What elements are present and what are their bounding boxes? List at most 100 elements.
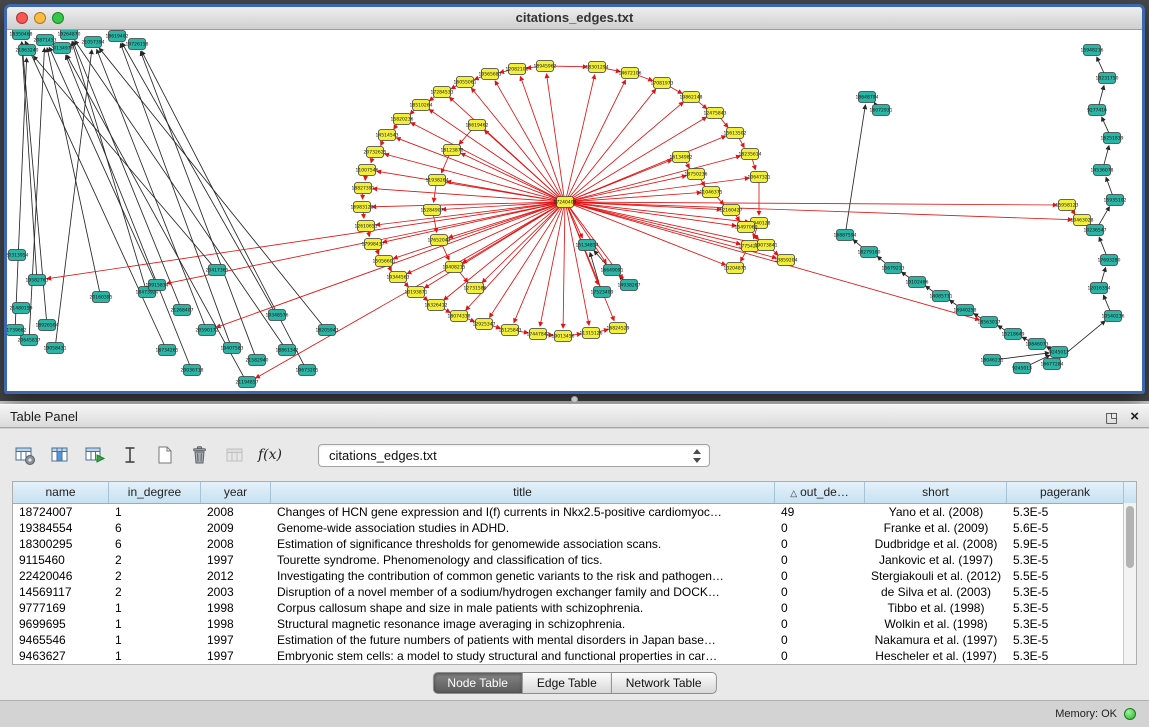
- graph-node[interactable]: 11046375: [700, 187, 723, 198]
- graph-node[interactable]: 15284907: [421, 205, 444, 216]
- graph-node[interactable]: 18231750: [1096, 73, 1119, 84]
- splitter-handle[interactable]: [571, 396, 578, 403]
- tab-node-table[interactable]: Node Table: [432, 672, 523, 694]
- graph-node[interactable]: 19407583: [221, 343, 244, 354]
- graph-node[interactable]: 21268407: [171, 305, 194, 316]
- graph-node[interactable]: 17523409: [591, 287, 614, 298]
- column-header-pagerank[interactable]: pagerank: [1007, 482, 1124, 503]
- graph-node[interactable]: 15958123: [1056, 200, 1079, 211]
- table-selector[interactable]: citations_edges.txt: [318, 444, 710, 467]
- column-header-title[interactable]: title: [271, 482, 775, 503]
- graph-node[interactable]: 10540236: [1102, 311, 1125, 322]
- graph-node[interactable]: 17693280: [1098, 255, 1121, 266]
- graph-node[interactable]: 18074338: [448, 311, 471, 322]
- graph-node[interactable]: 16824529: [607, 323, 630, 334]
- graph-node[interactable]: 18205943: [316, 325, 339, 336]
- graph-node[interactable]: 16072931: [870, 105, 893, 116]
- graph-node[interactable]: 21739682: [7, 325, 27, 336]
- graph-node[interactable]: 18123870: [441, 145, 464, 156]
- graph-node[interactable]: 15679213: [882, 263, 905, 274]
- table-row[interactable]: 2242004622012Investigating the contribut…: [13, 568, 1136, 584]
- graph-node[interactable]: 20645817: [18, 335, 41, 346]
- graph-node[interactable]: 15134854: [576, 240, 599, 251]
- graph-node[interactable]: 17081973: [651, 78, 674, 89]
- graph-node[interactable]: 19348576: [266, 310, 289, 321]
- graph-node[interactable]: 16326412: [425, 300, 448, 311]
- graph-node[interactable]: 20732625: [364, 147, 387, 158]
- network-view[interactable]: 1724040918945962120821081956568316055061…: [7, 30, 1142, 391]
- graph-node[interactable]: 18235614: [739, 149, 762, 160]
- column-header-year[interactable]: year: [201, 482, 271, 503]
- graph-node[interactable]: 20036718: [181, 365, 204, 376]
- graph-node[interactable]: 19264870: [58, 30, 81, 40]
- table-row[interactable]: 946554611997Estimation of the future num…: [13, 632, 1136, 648]
- graph-node[interactable]: 16134982: [670, 152, 693, 163]
- table-row[interactable]: 1872400712008Changes of HCN gene express…: [13, 504, 1136, 520]
- graph-node[interactable]: 17284533: [431, 87, 454, 98]
- graph-node[interactable]: 19862148: [680, 92, 703, 103]
- function-builder-button[interactable]: f(x): [257, 442, 283, 468]
- graph-node[interactable]: 14672106: [619, 68, 642, 79]
- graph-node[interactable]: 10463028: [1071, 215, 1094, 226]
- graph-node[interactable]: 19102486: [906, 277, 929, 288]
- graph-node[interactable]: 19058431: [44, 343, 67, 354]
- graph-node[interactable]: 15056601: [373, 256, 396, 267]
- graph-node[interactable]: 15935102: [1104, 195, 1127, 206]
- graph-node[interactable]: 15948216: [1081, 45, 1104, 56]
- table-row[interactable]: 1830029562008Estimation of significance …: [13, 536, 1136, 552]
- graph-node[interactable]: 16649091: [601, 265, 624, 276]
- graph-node[interactable]: 10193871: [405, 287, 428, 298]
- graph-node[interactable]: 16251839: [1101, 133, 1124, 144]
- table-row[interactable]: 946362711997Embryonic stem cells: a mode…: [13, 648, 1136, 664]
- graph-node[interactable]: 15613502: [724, 128, 747, 139]
- graph-node[interactable]: 18926504: [36, 320, 59, 331]
- graph-node[interactable]: 15497060: [735, 222, 758, 233]
- table-row[interactable]: 1456911722003Disruption of a novel membe…: [13, 584, 1136, 600]
- graph-node[interactable]: 18301294: [586, 62, 609, 73]
- window-zoom-button[interactable]: [52, 12, 64, 24]
- graph-node[interactable]: 16887594: [834, 230, 857, 241]
- new-column-button[interactable]: [82, 442, 108, 468]
- graph-node[interactable]: 10236547: [1084, 225, 1107, 236]
- graph-node[interactable]: 18350468: [10, 30, 33, 40]
- graph-node[interactable]: 21582940: [246, 355, 269, 366]
- graph-node[interactable]: 11315126: [580, 328, 603, 339]
- graph-node[interactable]: 12082108: [506, 64, 529, 75]
- graph-node[interactable]: 13204875: [724, 263, 747, 274]
- graph-node[interactable]: 21863240: [16, 45, 39, 56]
- scrollbar-thumb[interactable]: [1126, 506, 1134, 568]
- graph-node[interactable]: 11007546: [356, 165, 379, 176]
- graph-node[interactable]: 15218649: [1002, 329, 1025, 340]
- graph-node[interactable]: 20417365: [206, 265, 229, 276]
- graph-node[interactable]: 16619462: [466, 120, 489, 131]
- column-header-in_degree[interactable]: in_degree: [109, 482, 201, 503]
- show-columns-button[interactable]: [47, 442, 73, 468]
- graph-node[interactable]: 18861342: [276, 345, 299, 356]
- network-svg[interactable]: 1724040918945962120821081956568316055061…: [7, 30, 1142, 391]
- float-panel-icon[interactable]: ◳: [1105, 410, 1118, 424]
- window-minimize-button[interactable]: [34, 12, 46, 24]
- graph-node[interactable]: 19915834: [146, 280, 169, 291]
- graph-node[interactable]: 16677284: [1041, 359, 1064, 370]
- graph-node[interactable]: 10647321: [748, 172, 771, 183]
- graph-node[interactable]: 21480159: [10, 303, 33, 314]
- graph-node[interactable]: 17652043: [428, 235, 451, 246]
- graph-node[interactable]: 13859204: [775, 255, 798, 266]
- column-header-out_de[interactable]: △out_de…: [775, 482, 865, 503]
- graph-node[interactable]: 20160395: [90, 292, 113, 303]
- graph-node[interactable]: 12475843: [704, 108, 727, 119]
- graph-node[interactable]: 18279160: [858, 247, 881, 258]
- graph-node[interactable]: 19073841: [755, 240, 778, 251]
- graph-node[interactable]: 19344563: [387, 272, 410, 283]
- graph-node[interactable]: 19408215: [443, 262, 466, 273]
- graph-node[interactable]: 19013456: [552, 331, 575, 342]
- new-table-button[interactable]: [152, 442, 178, 468]
- column-header-name[interactable]: name: [13, 482, 109, 503]
- table-row[interactable]: 977716911998Corpus callosum shape and si…: [13, 600, 1136, 616]
- graph-node[interactable]: 11938264: [426, 175, 449, 186]
- graph-node[interactable]: 9245012: [1049, 347, 1069, 358]
- graph-node[interactable]: 9277416: [1087, 105, 1107, 116]
- import-table-button[interactable]: [222, 442, 248, 468]
- table-row[interactable]: 969969511998Structural magnetic resonanc…: [13, 616, 1136, 632]
- graph-node[interactable]: 21194857: [236, 377, 259, 388]
